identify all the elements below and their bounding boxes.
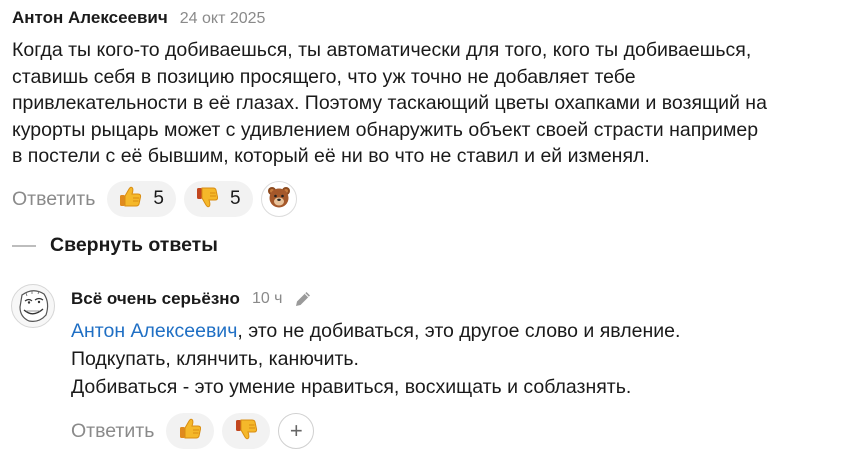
comment-line: ставишь себя в позицию просящего, что уж… (12, 65, 636, 88)
thumbs-up-icon (177, 416, 203, 447)
comment-text: Когда ты кого-то добиваешься, ты автомат… (12, 37, 862, 170)
add-reaction-button[interactable]: + (278, 413, 315, 449)
comment-actions: Ответить 5 5 (12, 181, 297, 217)
like-button[interactable]: 5 (107, 181, 176, 217)
comment-author[interactable]: Антон Алексеевич (12, 8, 168, 28)
dislike-button[interactable] (222, 413, 271, 449)
reply-button[interactable]: Ответить (71, 420, 154, 443)
thumbs-up-icon (117, 184, 143, 215)
reply-line-rest: , это не добиваться, это другое слово и … (237, 320, 681, 342)
reply-line: Добиваться - это умение нравиться, восхи… (71, 376, 632, 398)
comment-line: в постели с её бывшим, который её ни во … (12, 145, 650, 167)
like-count: 5 (153, 188, 164, 209)
reply-line: Антон Алексеевич, это не добиваться, это… (71, 317, 680, 345)
thumbs-down-icon (194, 184, 220, 215)
bear-emoji-icon (266, 184, 292, 215)
bear-reaction-button[interactable] (260, 181, 297, 217)
like-button[interactable] (166, 413, 215, 449)
reply-header: Всё очень серьёзно 10 ч (71, 289, 313, 309)
comment-date: 24 окт 2025 (179, 10, 266, 27)
comment-line: Когда ты кого-то добиваешься, ты автомат… (12, 39, 752, 61)
reply-line: Подкупать, клянчить, канючить. (71, 348, 359, 370)
comment-header: Антон Алексеевич 24 окт 2025 (12, 8, 265, 28)
troll-face-avatar[interactable] (11, 284, 55, 328)
dislike-button[interactable]: 5 (183, 181, 253, 217)
plus-icon: + (289, 418, 303, 443)
dislike-count: 5 (229, 188, 241, 209)
collapse-label: Свернуть ответы (50, 234, 218, 256)
reply-button[interactable]: Ответить (12, 188, 95, 211)
collapse-replies-button[interactable]: Свернуть ответы (12, 234, 218, 257)
mention-link[interactable]: Антон Алексеевич (71, 320, 237, 342)
thumbs-down-icon (233, 416, 259, 447)
reply-text: Антон Алексеевич, это не добиваться, это… (71, 317, 680, 401)
collapse-dash (12, 244, 36, 247)
comment-line: привлекательности в её глазах. Поэтому т… (12, 92, 767, 114)
reply-author[interactable]: Всё очень серьёзно (71, 289, 240, 309)
pencil-icon[interactable] (293, 289, 313, 309)
reply-actions: Ответить + (71, 413, 315, 449)
reply-date: 10 ч (251, 290, 283, 307)
comment-line: курорты рыцарь может с удивлением обнару… (12, 118, 759, 141)
